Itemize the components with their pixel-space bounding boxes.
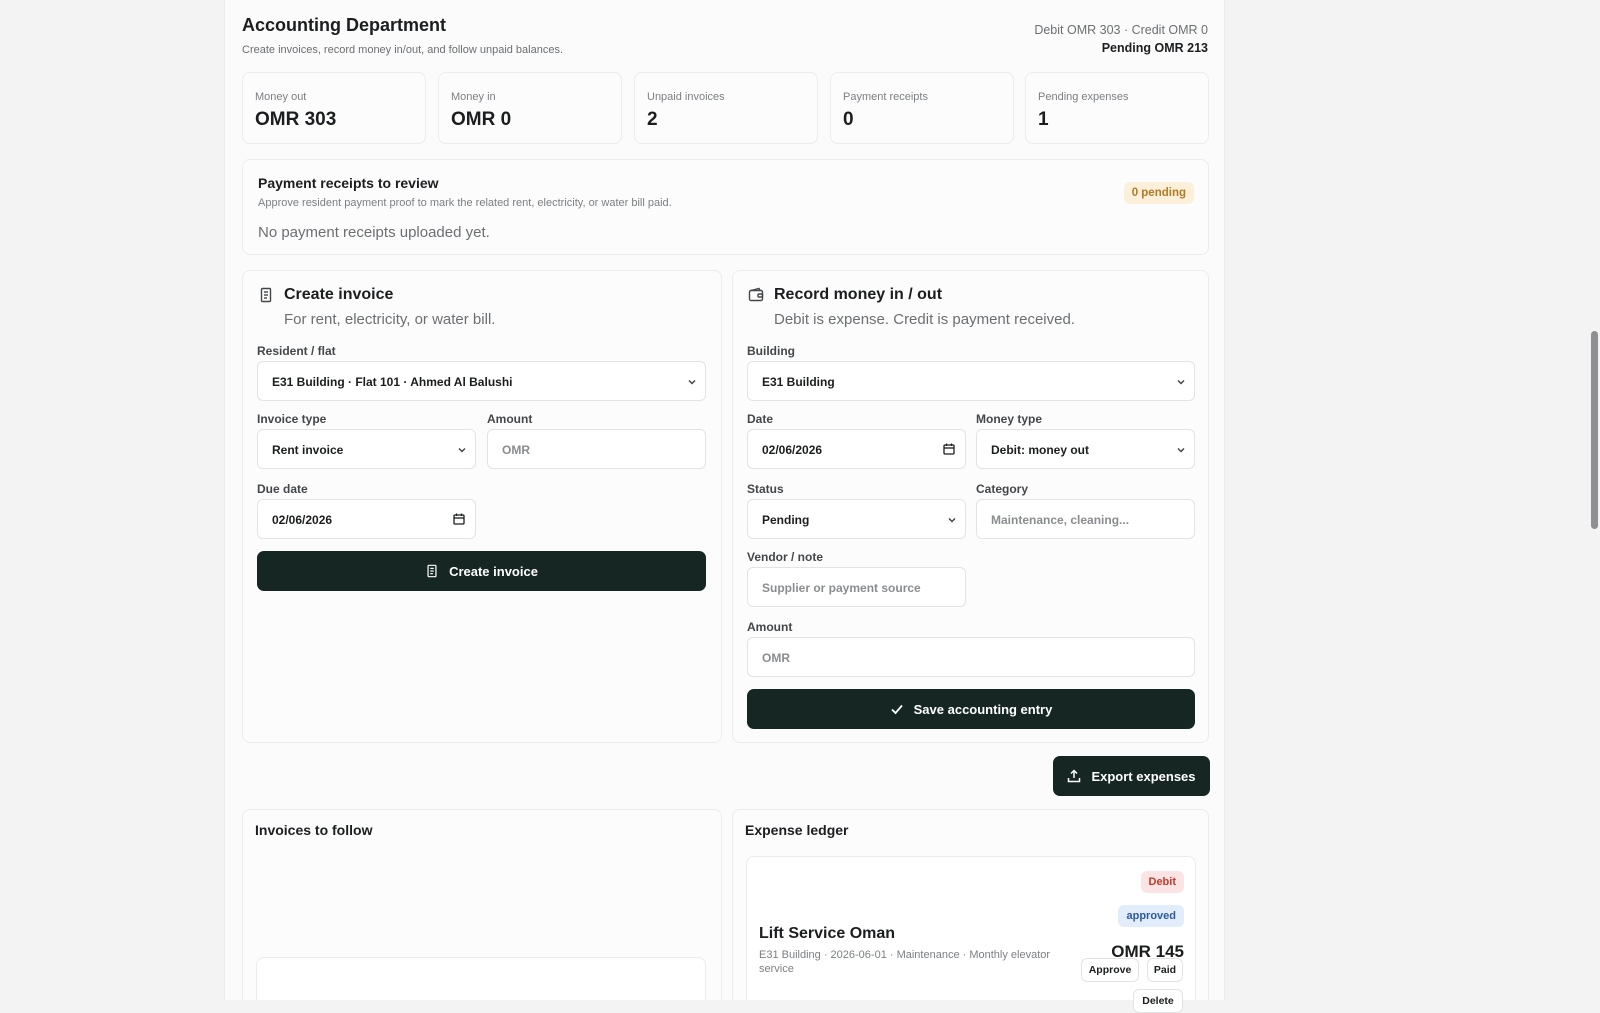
amount-placeholder: OMR xyxy=(762,651,790,665)
ledger-title: Expense ledger xyxy=(745,822,849,838)
stat-value: 2 xyxy=(647,109,658,130)
receipts-review-card: Payment receipts to review Approve resid… xyxy=(242,159,1209,255)
status-value: Pending xyxy=(762,513,810,527)
amount-label: Amount xyxy=(747,620,793,634)
category-label: Category xyxy=(976,482,1029,496)
stat-value: OMR 303 xyxy=(255,109,337,130)
accounting-page: Accounting Department Create invoices, r… xyxy=(224,0,1225,1000)
chevron-down-icon xyxy=(1177,379,1185,385)
status-label: Status xyxy=(747,482,784,496)
check-icon xyxy=(891,704,903,715)
amount-placeholder: OMR xyxy=(502,443,530,457)
create-invoice-button-label: Create invoice xyxy=(449,563,538,579)
stat-payment-receipts: Payment receipts 0 xyxy=(830,72,1014,144)
approve-button[interactable]: Approve xyxy=(1081,958,1139,982)
paid-button[interactable]: Paid xyxy=(1147,958,1183,982)
money-type-value: Debit: money out xyxy=(991,443,1089,457)
stat-label: Money in xyxy=(451,91,496,103)
stat-value: 1 xyxy=(1038,109,1049,130)
chevron-down-icon xyxy=(948,517,956,523)
save-entry-button-label: Save accounting entry xyxy=(913,701,1053,717)
stat-label: Money out xyxy=(255,91,307,103)
calendar-icon[interactable] xyxy=(453,513,465,525)
ledger-meta: E31 Building · 2026-06-01 · Maintenance … xyxy=(759,949,1051,975)
receipt-icon xyxy=(427,564,437,578)
invoice-type-label: Invoice type xyxy=(257,412,327,426)
stat-label: Pending expenses xyxy=(1038,91,1129,103)
entry-date-value: 02/06/2026 xyxy=(762,443,823,457)
category-placeholder: Maintenance, cleaning... xyxy=(991,513,1130,527)
building-label: Building xyxy=(747,344,795,358)
chevron-down-icon xyxy=(1177,447,1185,453)
debit-credit-summary: Debit OMR 303 · Credit OMR 0 xyxy=(1034,23,1208,37)
invoices-panel: Invoices to follow xyxy=(242,809,722,1000)
record-money-panel: Record money in / out Debit is expense. … xyxy=(732,270,1209,743)
due-date-input[interactable]: 02/06/2026 xyxy=(257,499,476,539)
record-money-title: Record money in / out xyxy=(774,286,943,303)
vendor-placeholder: Supplier or payment source xyxy=(762,581,921,595)
building-select[interactable]: E31 Building xyxy=(747,361,1195,401)
receipts-empty-state: No payment receipts uploaded yet. xyxy=(258,224,490,241)
wallet-icon xyxy=(748,287,764,308)
resident-label: Resident / flat xyxy=(257,344,336,358)
receipts-subtitle: Approve resident payment proof to mark t… xyxy=(258,197,672,209)
stat-value: OMR 0 xyxy=(451,109,512,130)
resident-value: E31 Building · Flat 101 · Ahmed Al Balus… xyxy=(272,375,513,389)
stat-label: Payment receipts xyxy=(843,91,928,103)
stat-money-in: Money in OMR 0 xyxy=(438,72,622,144)
create-invoice-title: Create invoice xyxy=(284,286,394,303)
money-type-select[interactable]: Debit: money out xyxy=(976,429,1195,469)
stat-value: 0 xyxy=(843,109,854,130)
invoice-type-select[interactable]: Rent invoice xyxy=(257,429,476,469)
due-date-value: 02/06/2026 xyxy=(272,513,333,527)
scrollbar-thumb[interactable] xyxy=(1591,331,1598,529)
stat-pending-expenses: Pending expenses 1 xyxy=(1025,72,1209,144)
page-subtitle: Create invoices, record money in/out, an… xyxy=(242,44,564,56)
balance-summary: Debit OMR 303 · Credit OMR 0 Pending OMR… xyxy=(1034,21,1208,57)
chevron-down-icon xyxy=(688,379,696,385)
amount-label: Amount xyxy=(487,412,533,426)
status-badge: approved xyxy=(1118,905,1184,927)
calendar-icon[interactable] xyxy=(943,443,955,455)
vendor-label: Vendor / note xyxy=(747,550,824,564)
entry-date-input[interactable]: 02/06/2026 xyxy=(747,429,966,469)
vendor-input[interactable]: Supplier or payment source xyxy=(747,567,966,607)
chevron-down-icon xyxy=(458,447,466,453)
entry-amount-input[interactable]: OMR xyxy=(747,637,1195,677)
resident-select[interactable]: E31 Building · Flat 101 · Ahmed Al Balus… xyxy=(257,361,706,401)
pending-count-badge: 0 pending xyxy=(1123,182,1194,204)
invoice-type-value: Rent invoice xyxy=(272,443,344,457)
money-type-label: Money type xyxy=(976,412,1043,426)
building-value: E31 Building xyxy=(762,375,835,389)
ledger-vendor: Lift Service Oman xyxy=(759,925,896,942)
record-money-subtitle: Debit is expense. Credit is payment rece… xyxy=(774,311,1075,328)
page-title: Accounting Department xyxy=(242,15,447,35)
export-expenses-label: Export expenses xyxy=(1091,768,1196,784)
invoices-title: Invoices to follow xyxy=(255,822,373,838)
stat-label: Unpaid invoices xyxy=(647,91,725,103)
stat-unpaid-invoices: Unpaid invoices 2 xyxy=(634,72,818,144)
due-date-label: Due date xyxy=(257,482,308,496)
stat-money-out: Money out OMR 303 xyxy=(242,72,426,144)
delete-button[interactable]: Delete xyxy=(1133,989,1183,1013)
category-input[interactable]: Maintenance, cleaning... xyxy=(976,499,1195,539)
save-entry-button[interactable]: Save accounting entry xyxy=(747,689,1195,729)
date-label: Date xyxy=(747,412,774,426)
create-invoice-subtitle: For rent, electricity, or water bill. xyxy=(284,311,496,328)
pending-summary: Pending OMR 213 xyxy=(1101,41,1208,55)
invoice-card[interactable] xyxy=(256,957,706,1000)
export-expenses-button[interactable]: Export expenses xyxy=(1053,756,1210,796)
create-invoice-panel: Create invoice For rent, electricity, or… xyxy=(242,270,722,743)
receipt-icon xyxy=(258,287,274,308)
invoice-amount-input[interactable]: OMR xyxy=(487,429,706,469)
debit-badge: Debit xyxy=(1140,871,1184,893)
create-invoice-button[interactable]: Create invoice xyxy=(257,551,706,591)
upload-icon xyxy=(1068,769,1081,783)
receipts-title: Payment receipts to review xyxy=(258,175,439,191)
status-select[interactable]: Pending xyxy=(747,499,966,539)
